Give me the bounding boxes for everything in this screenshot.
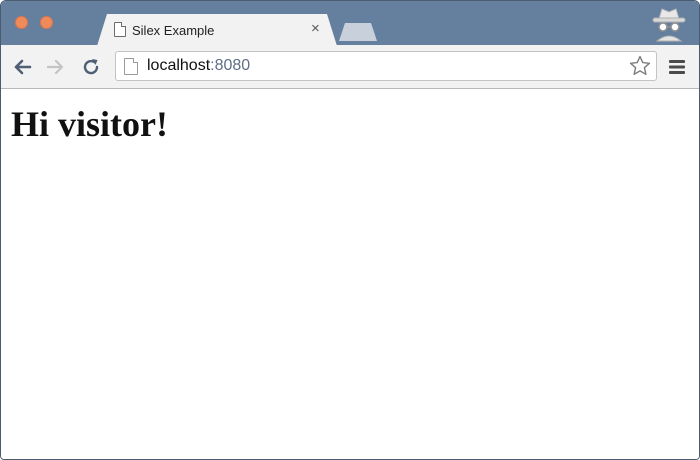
bookmark-star-icon[interactable] [628,54,652,78]
reload-icon [83,59,99,75]
page-heading: Hi visitor! [11,104,168,144]
document-icon [114,22,126,37]
tab-title: Silex Example [132,23,215,38]
page-content: Hi visitor! [1,89,699,459]
close-window-icon[interactable] [15,16,28,29]
browser-toolbar: localhost:8080 [1,45,699,89]
browser-window: Silex Example × localhost:8080 Hi visito… [0,0,700,460]
new-tab-button[interactable] [339,23,377,41]
url-port: :8080 [210,57,251,74]
url-text[interactable]: localhost:8080 [147,57,250,75]
menu-icon[interactable] [667,57,687,77]
forward-arrow-icon [46,59,64,75]
close-tab-icon[interactable]: × [311,20,320,38]
url-host: localhost [147,57,211,74]
reload-button[interactable] [80,56,102,78]
page-icon [124,58,138,75]
tab-silex-example[interactable]: Silex Example × [97,14,337,46]
back-button[interactable] [11,56,33,78]
tab-strip: Silex Example × [1,1,699,46]
back-arrow-icon [14,59,32,75]
address-bar[interactable]: localhost:8080 [115,51,657,81]
forward-button[interactable] [45,56,67,78]
incognito-icon[interactable] [649,5,689,43]
minimize-window-icon[interactable] [40,16,53,29]
